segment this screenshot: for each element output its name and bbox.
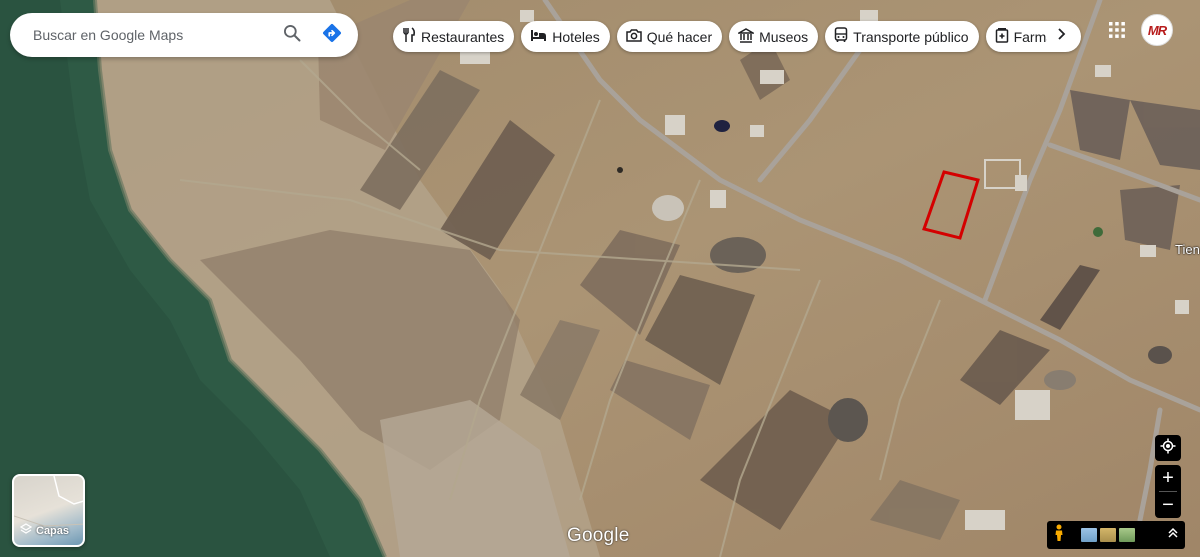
zoom-out-button[interactable]: − xyxy=(1155,492,1181,518)
chip-label: Hoteles xyxy=(552,28,600,45)
pegman-icon xyxy=(1054,524,1064,547)
chip-label: Restaurantes xyxy=(421,28,505,45)
satellite-imagery xyxy=(0,0,1200,557)
category-chips: Restaurantes Hoteles Qué hacer Museos Tr… xyxy=(393,21,1081,52)
search-box[interactable] xyxy=(10,13,358,57)
google-logo: Google xyxy=(567,525,630,546)
my-location-button[interactable] xyxy=(1155,435,1181,461)
chip-label: Museos xyxy=(759,28,809,45)
expand-button[interactable] xyxy=(1161,526,1185,544)
bus-icon xyxy=(834,27,848,46)
chip-label: Qué hacer xyxy=(646,28,713,45)
bottom-controls-strip xyxy=(1047,521,1185,549)
imagery-thumbnail[interactable] xyxy=(1081,528,1097,542)
imagery-thumbnails xyxy=(1081,528,1135,542)
camera-icon xyxy=(626,28,642,45)
search-input[interactable] xyxy=(31,26,272,44)
apps-grid-icon xyxy=(1108,21,1126,44)
imagery-thumbnail[interactable] xyxy=(1100,528,1116,542)
place-label[interactable]: Tien xyxy=(1175,242,1200,257)
pharmacy-icon xyxy=(995,27,1009,46)
chip-restaurantes[interactable]: Restaurantes xyxy=(393,21,515,52)
chevron-right-icon xyxy=(1056,27,1066,46)
search-icon xyxy=(282,23,302,48)
chip-que-hacer[interactable]: Qué hacer xyxy=(616,21,723,52)
layers-label: Capas xyxy=(36,524,70,537)
layers-label-group: Capas xyxy=(19,523,70,538)
chip-transporte-publico[interactable]: Transporte público xyxy=(825,21,979,52)
museum-icon xyxy=(736,27,756,46)
directions-icon xyxy=(321,22,343,49)
layers-icon xyxy=(19,523,33,538)
layers-button[interactable]: Capas xyxy=(12,474,85,547)
zoom-controls: + − xyxy=(1155,465,1181,518)
map-canvas[interactable] xyxy=(0,0,1200,557)
zoom-in-button[interactable]: + xyxy=(1155,465,1181,491)
imagery-thumbnail[interactable] xyxy=(1119,528,1135,542)
street-view-pegman[interactable] xyxy=(1047,521,1071,549)
chip-museos[interactable]: Museos xyxy=(729,21,819,52)
my-location-icon xyxy=(1160,438,1176,459)
google-apps-button[interactable] xyxy=(1104,19,1130,45)
search-button[interactable] xyxy=(272,15,312,55)
chip-label: Transporte público xyxy=(853,28,969,45)
hotel-icon xyxy=(530,29,547,45)
restaurant-icon xyxy=(402,27,416,46)
double-chevron-up-icon xyxy=(1168,526,1178,544)
directions-button[interactable] xyxy=(312,15,352,55)
chip-hoteles[interactable]: Hoteles xyxy=(521,21,610,52)
account-avatar[interactable]: MR xyxy=(1141,14,1173,46)
